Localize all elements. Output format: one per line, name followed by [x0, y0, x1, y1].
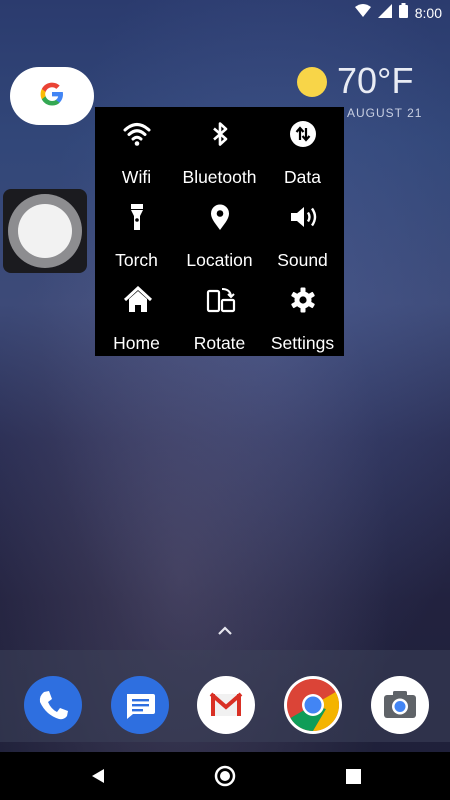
tile-label: Sound: [277, 250, 328, 270]
status-bar: 8:00: [0, 0, 450, 24]
status-time: 8:00: [414, 5, 442, 21]
home-button-icon[interactable]: [214, 765, 236, 792]
tile-wifi[interactable]: Wifi: [95, 107, 178, 190]
app-drawer-chevron-icon[interactable]: [217, 624, 233, 642]
messages-app-icon[interactable]: [111, 676, 169, 734]
recents-icon[interactable]: [346, 769, 361, 789]
tile-bluetooth[interactable]: Bluetooth: [178, 107, 261, 190]
tile-sound[interactable]: Sound: [261, 190, 344, 273]
assistive-touch-dot: [18, 204, 72, 258]
quick-panel: Wifi Bluetooth Data Torch Location Sound…: [95, 107, 344, 356]
chrome-app-icon[interactable]: [284, 676, 342, 734]
phone-app-icon[interactable]: [24, 676, 82, 734]
tile-location[interactable]: Location: [178, 190, 261, 273]
sun-icon: [297, 67, 327, 97]
location-icon: [211, 204, 229, 230]
wifi-icon: [123, 123, 151, 146]
bluetooth-icon: [213, 122, 228, 146]
weather-temperature: 70°F: [337, 60, 414, 101]
camera-app-icon[interactable]: [371, 676, 429, 734]
tile-rotate[interactable]: Rotate: [178, 273, 261, 356]
tile-home[interactable]: Home: [95, 273, 178, 356]
tile-label: Data: [284, 167, 321, 187]
tile-data[interactable]: Data: [261, 107, 344, 190]
rotate-icon: [206, 288, 236, 313]
settings-icon: [291, 287, 315, 313]
back-icon[interactable]: [90, 768, 106, 789]
sound-icon: [291, 207, 317, 227]
torch-icon: [131, 204, 143, 230]
gmail-app-icon[interactable]: [197, 676, 255, 734]
wifi-signal-icon: [354, 4, 371, 22]
google-logo-icon: [39, 81, 65, 112]
battery-icon: [398, 3, 408, 23]
tile-torch[interactable]: Torch: [95, 190, 178, 273]
tile-settings[interactable]: Settings: [261, 273, 344, 356]
weather-date: AUGUST 21: [347, 106, 423, 120]
assistive-touch-button[interactable]: [3, 189, 87, 273]
home-icon: [123, 286, 153, 312]
data-icon: [290, 121, 316, 147]
cell-signal-icon: [377, 3, 392, 23]
tile-label: Settings: [270, 333, 335, 353]
navigation-bar: [0, 752, 450, 800]
google-search-widget[interactable]: [10, 67, 94, 125]
